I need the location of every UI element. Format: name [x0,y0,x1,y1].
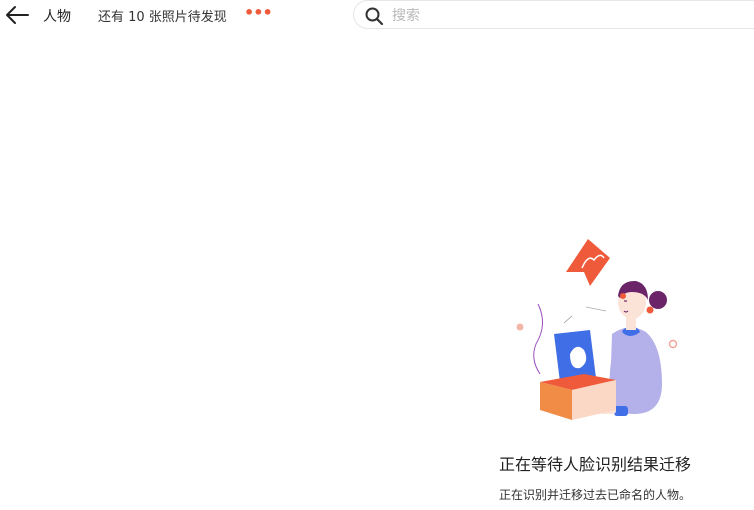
empty-state-title: 正在等待人脸识别结果迁移 [498,455,691,474]
portrait-card-icon [554,330,596,382]
photo-card-icon [566,239,610,286]
pending-photos-text: 还有 10 张照片待发现 [98,10,227,25]
search-box[interactable] [353,0,754,29]
search-icon [365,7,384,26]
top-bar: 人物 还有 10 张照片待发现 ••• [0,0,754,32]
more-dots-icon[interactable]: ••• [244,3,273,22]
search-input[interactable] [390,5,694,27]
back-button[interactable] [4,4,30,26]
page-title: 人物 [43,9,71,25]
face-recognition-illustration [516,239,678,420]
empty-state-description: 正在识别并迁移过去已命名的人物。 [498,488,691,502]
arrow-left-icon [6,6,29,24]
thread-decoration-icon [533,303,543,375]
ring-decoration-icon [668,339,678,349]
dot-decoration-icon [516,323,524,331]
